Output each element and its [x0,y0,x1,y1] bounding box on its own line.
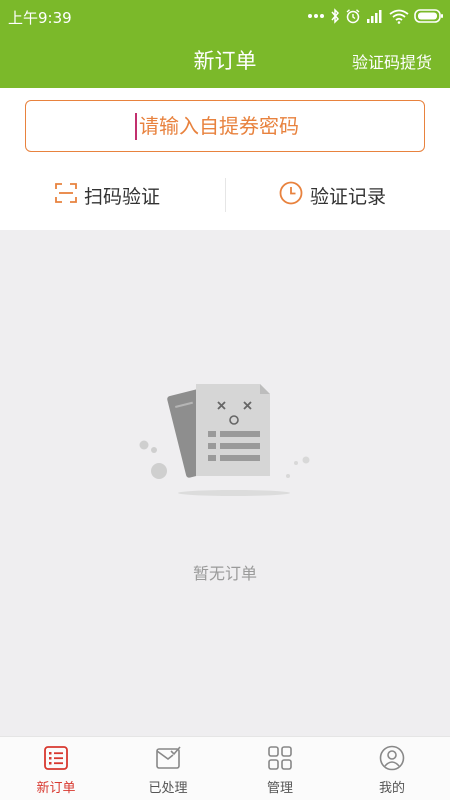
clock-icon [279,181,303,210]
empty-state-text: 暂无订单 [192,564,257,583]
text-caret [135,113,137,140]
verify-panel: 扫码验证 验证记录 [0,88,450,230]
tab-new-orders-label: 新订单 [36,781,76,796]
verify-actions: 扫码验证 验证记录 [0,168,450,222]
order-list-icon [43,745,69,771]
grid-icon [267,745,293,771]
verify-code-pickup-button[interactable]: 验证码提货 [352,49,432,73]
coupon-code-field[interactable] [25,100,425,152]
tab-manage-label: 管理 [266,781,293,796]
navigation-bar: 新订单 验证码提货 [0,32,450,88]
verify-history-button[interactable]: 验证记录 [279,168,386,222]
wifi-icon [389,9,409,24]
actions-divider [225,178,226,212]
processed-icon [155,745,181,771]
system-icons [307,6,444,26]
scan-verify-button[interactable]: 扫码验证 [55,168,160,222]
scan-verify-label: 扫码验证 [84,185,161,208]
scan-icon [55,182,77,209]
signal-icon [366,9,384,23]
status-bar: 上午9:39 [0,0,450,32]
verify-history-label: 验证记录 [310,185,387,208]
bluetooth-icon [330,8,340,24]
more-dots-icon [307,13,325,19]
tab-processed-label: 已处理 [148,781,188,796]
battery-icon [414,9,444,23]
tab-new-orders[interactable]: 新订单 [0,737,112,800]
empty-orders-illustration [130,370,320,510]
tab-mine-label: 我的 [378,781,405,796]
alarm-icon [345,8,361,24]
user-icon [379,745,405,771]
tab-processed[interactable]: 已处理 [112,737,224,800]
coupon-code-input[interactable] [139,101,409,150]
tab-mine[interactable]: 我的 [336,737,448,800]
bottom-tab-bar: 新订单 已处理 管理 我的 [0,736,450,800]
tab-manage[interactable]: 管理 [224,737,336,800]
status-time: 上午9:39 [8,9,72,27]
